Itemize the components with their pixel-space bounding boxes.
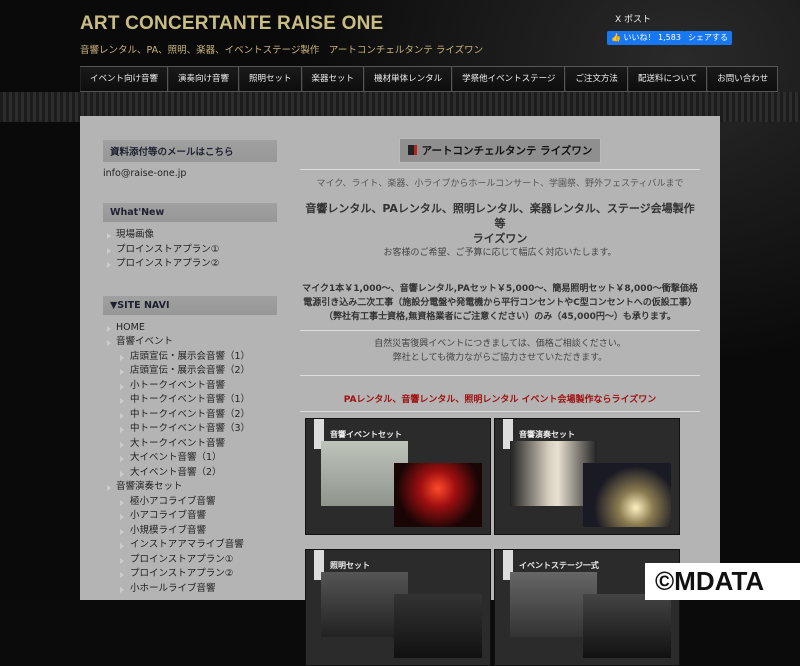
tagline: お客様のご希望、ご予算に応じて幅広く対応いたします。 — [383, 248, 617, 258]
card-label: 照明セット — [330, 561, 370, 570]
service-card[interactable]: 音響イベントセット — [305, 418, 491, 535]
nav-item[interactable]: 学祭他イベントステージ — [452, 67, 566, 91]
card-label: 音響イベントセット — [330, 430, 402, 439]
site-subtitle: 音響レンタル、PA、照明、楽器、イベントステージ製作 アートコンチェルタンテ ラ… — [80, 45, 484, 56]
site-navi-item[interactable]: HOME — [103, 321, 277, 336]
x-post-button[interactable]: X ポスト — [615, 12, 651, 25]
service-card[interactable]: 照明セット — [305, 549, 491, 666]
site-navi-item[interactable]: 小アコライブ音響 — [103, 509, 277, 524]
nav-item[interactable]: 演奏向け音響 — [168, 67, 240, 91]
card-label: 音響演奏セット — [519, 430, 575, 439]
nav-item[interactable]: イベント向け音響 — [80, 67, 169, 91]
news-item[interactable]: プロインストアプラン② — [103, 257, 277, 272]
content-area: 資料添付等のメールはこちら info@raise-one.jp What'New… — [80, 116, 720, 666]
main-nav: イベント向け音響 演奏向け音響 照明セット 楽器セット 機材単体レンタル 学祭他イベントス… — [80, 66, 779, 92]
site-navi-item[interactable]: 中トークイベント音響（2） — [103, 408, 277, 423]
nav-item[interactable]: ご注文方法 — [565, 67, 628, 91]
red-tagline: PAレンタル、音響レンタル、照明レンタル イベント会場製作ならライズワン — [343, 395, 657, 405]
price-line: マイク1本￥1,000～、音響レンタル,PAセット￥5,000～、簡易照明セット… — [302, 284, 698, 294]
site-navi-item[interactable]: 店頭宣伝・展示会音響（1） — [103, 350, 277, 365]
divider — [300, 330, 700, 331]
site-navi-item[interactable]: 大トークイベント音響 — [103, 437, 277, 452]
sidebar: 資料添付等のメールはこちら info@raise-one.jp What'New… — [103, 140, 277, 596]
disaster-text: 自然災害復興イベントにつきましては、価格ご相談ください。 — [374, 339, 626, 349]
watermark: ©MDATA — [645, 563, 800, 600]
site-navi-item[interactable]: 音響イベント — [103, 335, 277, 350]
mail-heading: 資料添付等のメールはこちら — [103, 140, 277, 162]
site-navi-item[interactable]: 音響演奏セット — [103, 480, 277, 495]
price-line: 電源引き込み二次工事（施設分電盤や発電機から平行コンセントやC型コンセントへの仮… — [303, 298, 697, 308]
nav-item[interactable]: お問い合わせ — [707, 67, 779, 91]
divider — [300, 169, 700, 170]
site-navi-item[interactable]: 中トークイベント音響（3） — [103, 422, 277, 437]
nav-item[interactable]: 照明セット — [239, 67, 302, 91]
brand-logo: アートコンチェルタンテ ライズワン — [398, 138, 602, 163]
facebook-like-button[interactable]: 👍 いいね！ 1,583 — [607, 31, 685, 45]
card-photo — [394, 594, 482, 658]
nav-item[interactable]: 機材単体レンタル — [364, 67, 453, 91]
site-navi-item[interactable]: 小ホールライブ音響 — [103, 582, 277, 597]
site-navi-item[interactable]: 極小アコライブ音響 — [103, 495, 277, 510]
card-photo — [583, 594, 671, 658]
facebook-share-button[interactable]: シェアする — [684, 31, 732, 45]
email-link[interactable]: info@raise-one.jp — [103, 168, 277, 179]
site-navi-item[interactable]: 店頭宣伝・展示会音響（2） — [103, 364, 277, 379]
nav-item[interactable]: 配送料について — [627, 67, 708, 91]
news-item[interactable]: 現場画像 — [103, 228, 277, 243]
intro-text: マイク、ライト、楽器、小ライブからホールコンサート、学園祭、野外フェスティバルま… — [316, 179, 684, 189]
price-line: （弊社有工事士資格,無資格業者にご注意ください）のみ（45,000円～）も承りま… — [323, 312, 677, 322]
site-title[interactable]: ART CONCERTANTE RAISE ONE — [80, 13, 383, 35]
site-navi-item[interactable]: プロインストアプラン② — [103, 567, 277, 582]
site-navi-heading[interactable]: ▼SITE NAVI — [103, 295, 277, 315]
site-navi-item[interactable]: プロインストアプラン① — [103, 553, 277, 568]
card-photo — [583, 463, 671, 527]
disaster-text: 弊社としても微力ながらご協力させていただきます。 — [392, 353, 608, 363]
divider — [300, 375, 700, 376]
service-card[interactable]: 音響演奏セット — [494, 418, 680, 535]
site-navi-item[interactable]: 中トークイベント音響（1） — [103, 393, 277, 408]
nav-item[interactable]: 楽器セット — [301, 67, 365, 91]
headline-brand: ライズワン — [472, 232, 528, 245]
headline: 音響レンタル、PAレンタル、照明レンタル、楽器レンタル、ステージ会場製作 等 — [305, 202, 695, 230]
site-navi-item[interactable]: 小規模ライブ音響 — [103, 524, 277, 539]
card-photo — [394, 463, 482, 527]
site-navi-item[interactable]: 大イベント音響（1） — [103, 451, 277, 466]
logo-icon — [407, 145, 417, 155]
divider — [300, 411, 700, 412]
logo-text: アートコンチェルタンテ ライズワン — [421, 145, 593, 157]
news-heading: What'New — [103, 203, 277, 222]
site-navi-item[interactable]: 小トークイベント音響 — [103, 379, 277, 394]
news-item[interactable]: プロインストアプラン① — [103, 243, 277, 258]
site-navi-item[interactable]: インストアアマライブ音響 — [103, 538, 277, 553]
site-navi-item[interactable]: 大イベント音響（2） — [103, 466, 277, 481]
service-cards: 音響イベントセット 音響演奏セット照明セット イベントステージ一式 — [305, 418, 700, 666]
main-content: アートコンチェルタンテ ライズワン マイク、ライト、楽器、小ライブからホールコン… — [300, 138, 700, 666]
card-label: イベントステージ一式 — [519, 561, 599, 570]
